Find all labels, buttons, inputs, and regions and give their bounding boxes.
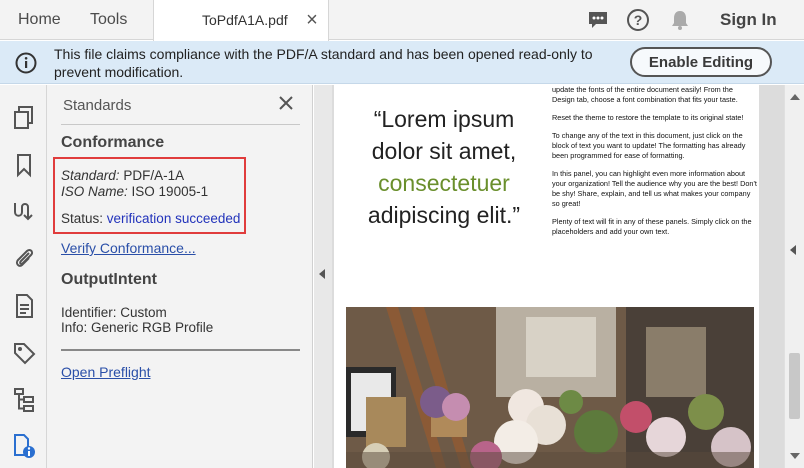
svg-text:?: ? — [634, 12, 643, 28]
paragraph: Reset the theme to restore the template … — [552, 113, 744, 122]
expand-right-panel-arrow-icon[interactable] — [790, 245, 796, 255]
verify-conformance-link[interactable]: Verify Conformance... — [61, 240, 196, 256]
banner-message: This file claims compliance with the PDF… — [54, 46, 593, 80]
info-text: Info: Generic RGB Profile — [61, 320, 214, 335]
quote-line: adipiscing elit.” — [367, 202, 521, 228]
attachment-icon[interactable] — [12, 245, 36, 271]
collapse-arrow-icon[interactable] — [319, 269, 325, 279]
status-row: Status: verification succeeded — [61, 211, 240, 226]
paragraph: In this panel, you can highlight even mo… — [552, 169, 757, 208]
standards-panel: Standards Conformance Standard: PDF/A-1A… — [47, 85, 313, 468]
document-page: “Lorem ipsum dolor sit amet, consectetue… — [334, 85, 759, 468]
top-bar: Home Tools ToPdfA1A.pdf × ? Sign In — [0, 0, 804, 41]
open-preflight-link[interactable]: Open Preflight — [61, 364, 151, 380]
paragraph: update the fonts of the entire document … — [552, 85, 738, 104]
quote-line: dolor sit amet, — [371, 138, 517, 164]
paragraph: To change any of the text in this docume… — [552, 131, 746, 160]
document-viewer[interactable]: “Lorem ipsum dolor sit amet, consectetue… — [332, 85, 784, 468]
divider — [61, 124, 300, 125]
body-text-column: update the fonts of the entire document … — [552, 85, 757, 245]
iso-value: ISO 19005-1 — [131, 184, 209, 199]
standard-value: PDF/A-1A — [123, 168, 185, 183]
status-label: Status: — [61, 211, 104, 226]
iso-row: ISO Name: ISO 19005-1 — [61, 184, 208, 199]
standards-icon[interactable] — [12, 433, 36, 459]
paragraph: Plenty of text will fit in any of these … — [552, 217, 752, 236]
read-only-banner: This file claims compliance with the PDF… — [0, 41, 804, 84]
signature-icon[interactable] — [12, 198, 36, 224]
document-tab-label: ToPdfA1A.pdf — [202, 12, 288, 28]
standard-row: Standard: PDF/A-1A — [61, 168, 184, 183]
quote-line: “Lorem ipsum — [373, 106, 515, 132]
conformance-heading: Conformance — [61, 134, 165, 151]
divider — [61, 349, 300, 351]
comment-icon[interactable] — [586, 8, 610, 32]
scroll-down-arrow-icon[interactable] — [790, 453, 800, 459]
iso-label: ISO Name: — [61, 184, 128, 199]
info-icon — [15, 52, 37, 74]
tab-home[interactable]: Home — [18, 0, 61, 40]
tag-icon[interactable] — [12, 340, 36, 366]
scroll-thumb[interactable] — [789, 353, 800, 419]
enable-editing-button[interactable]: Enable Editing — [630, 47, 772, 77]
quote-line-accent: consectetuer — [378, 170, 510, 196]
tab-tools[interactable]: Tools — [90, 0, 127, 40]
document-properties-icon[interactable] — [12, 293, 36, 319]
identifier-text: Identifier: Custom — [61, 305, 167, 320]
help-icon[interactable]: ? — [626, 8, 650, 32]
close-tab-icon[interactable]: × — [304, 10, 320, 30]
sign-in-button[interactable]: Sign In — [720, 0, 777, 40]
content-tree-icon[interactable] — [12, 387, 36, 413]
panel-splitter[interactable] — [314, 85, 332, 468]
standard-label: Standard: — [61, 168, 120, 183]
pull-quote: “Lorem ipsum dolor sit amet, consectetue… — [334, 103, 554, 231]
outputintent-heading: OutputIntent — [61, 271, 157, 288]
status-value: verification succeeded — [106, 211, 241, 226]
panel-title: Standards — [63, 97, 132, 114]
scroll-up-arrow-icon[interactable] — [790, 94, 800, 100]
flower-shop-photo — [346, 307, 754, 468]
bookmark-icon[interactable] — [12, 152, 36, 178]
document-tab[interactable]: ToPdfA1A.pdf × — [153, 0, 329, 41]
vertical-scrollbar[interactable] — [784, 85, 804, 468]
pages-icon[interactable] — [12, 105, 36, 131]
close-icon[interactable] — [278, 95, 294, 111]
bell-icon[interactable] — [668, 8, 692, 32]
navigation-rail — [0, 85, 47, 468]
